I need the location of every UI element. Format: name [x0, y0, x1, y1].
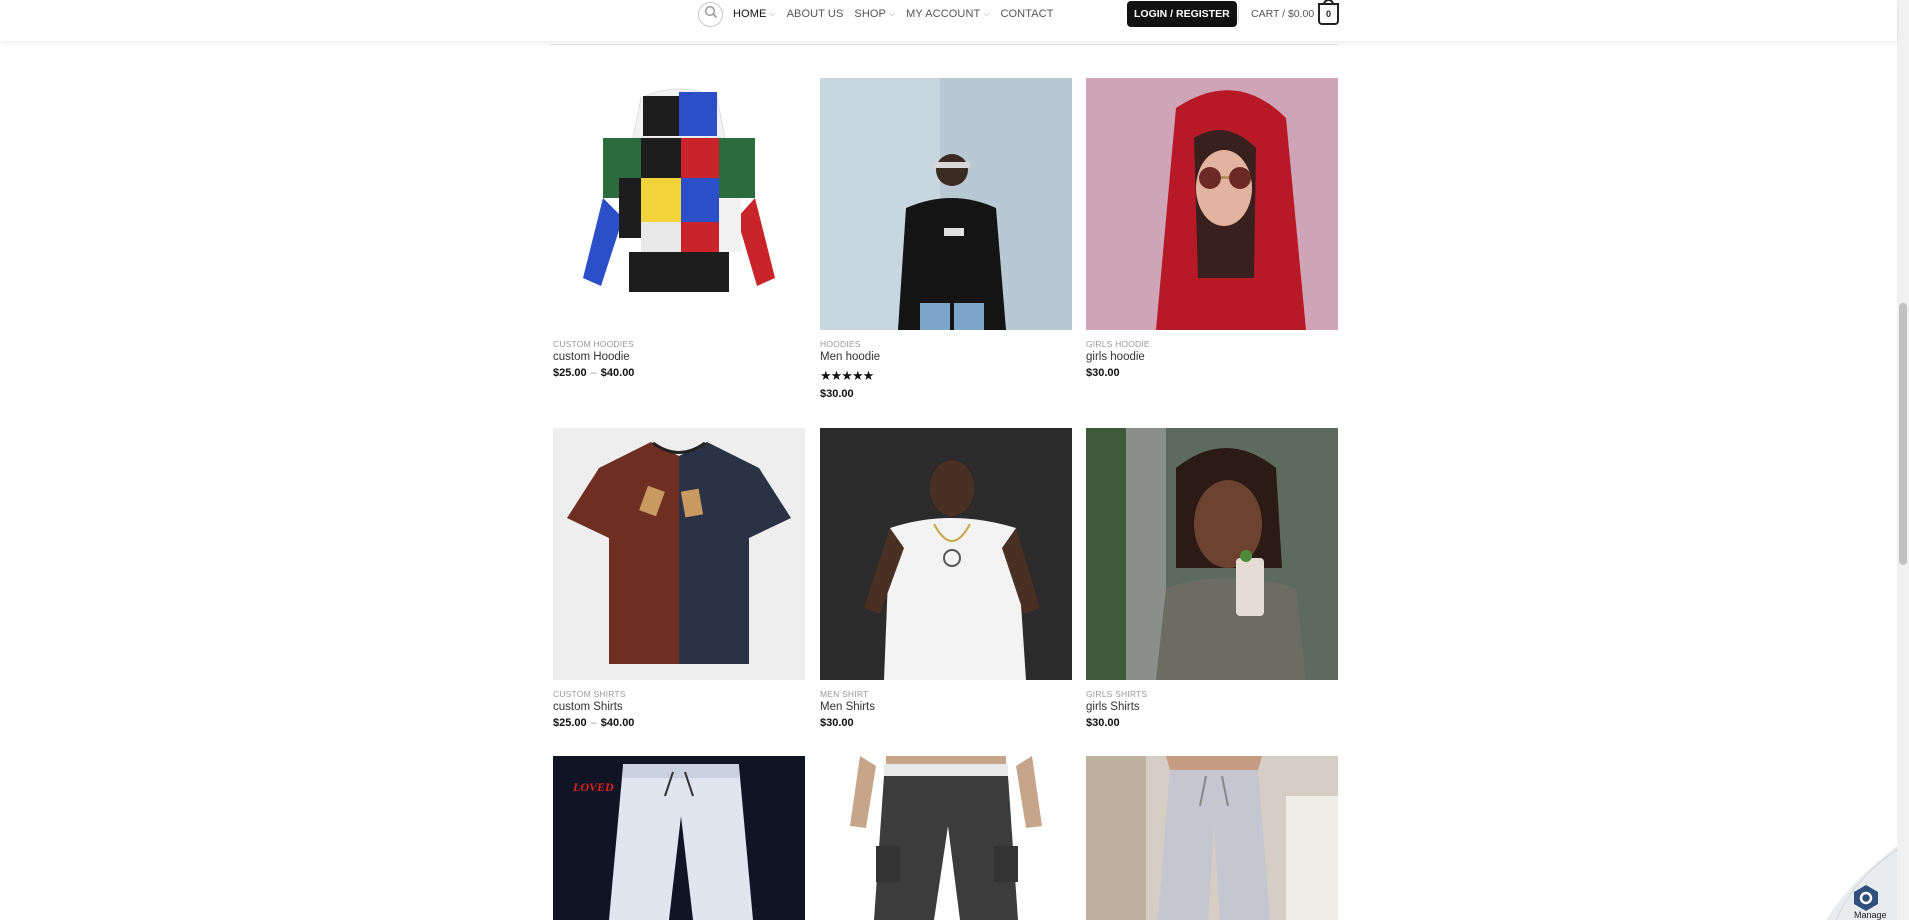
nav-my-account[interactable]: MY ACCOUNT ⌵	[906, 8, 989, 20]
woman-in-red-hoodie-image[interactable]	[1086, 78, 1338, 330]
product-price: $25.00– $40.00	[553, 367, 635, 379]
two-tone-tshirt-image[interactable]	[553, 428, 805, 680]
grey-sweatpants-image[interactable]	[1086, 756, 1338, 920]
product-price: $25.00– $40.00	[553, 717, 635, 729]
nav-shop[interactable]: SHOP ⌵	[854, 8, 895, 20]
product-card[interactable]: MEN SHIRT Men Shirts $30.00	[820, 428, 1072, 729]
overlay-text: LOVED	[573, 780, 614, 794]
product-name[interactable]: girls Shirts	[1086, 701, 1338, 713]
product-price: $30.00	[820, 717, 854, 729]
reflective-joggers-image[interactable]: LOVED	[553, 756, 805, 920]
grey-cargo-joggers-image[interactable]	[820, 756, 1072, 920]
product-price: $30.00	[1086, 717, 1120, 729]
product-card[interactable]	[820, 756, 1072, 920]
product-category[interactable]: CUSTOM SHIRTS	[553, 689, 805, 699]
search-icon	[704, 5, 718, 24]
product-name[interactable]: Men hoodie	[820, 351, 1072, 363]
product-card[interactable]: HOODIES Men hoodie ★★★★★ $30.00	[820, 78, 1072, 400]
product-category[interactable]: MEN SHIRT	[820, 689, 1072, 699]
patchwork-hoodie-image[interactable]	[553, 78, 805, 330]
manage-widget[interactable]	[1826, 846, 1898, 920]
product-name[interactable]: girls hoodie	[1086, 351, 1338, 363]
chevron-down-icon: ⌵	[889, 9, 896, 18]
nav-contact[interactable]: CONTACT	[1000, 8, 1053, 20]
search-button[interactable]	[698, 1, 723, 27]
product-name[interactable]: Men Shirts	[820, 701, 1072, 713]
product-name[interactable]: custom Hoodie	[553, 351, 805, 363]
product-card[interactable]: CUSTOM SHIRTS custom Shirts $25.00– $40.0…	[553, 428, 805, 729]
product-category[interactable]: GIRLS SHIRTS	[1086, 689, 1338, 699]
scrollbar-thumb[interactable]	[1899, 303, 1907, 565]
main-nav: HOME ⌵ ABOUT US SHOP ⌵ MY ACCOUNT ⌵ CONTACT	[698, 0, 1065, 28]
rating-stars: ★★★★★	[820, 368, 874, 383]
man-in-black-hoodie-image[interactable]	[820, 78, 1072, 330]
product-price: $30.00	[820, 388, 854, 400]
man-in-white-tshirt-image[interactable]	[820, 428, 1072, 680]
product-card[interactable]: GIRLS SHIRTS girls Shirts $30.00	[1086, 428, 1338, 729]
woman-with-drink-image[interactable]	[1086, 428, 1338, 680]
vertical-scrollbar[interactable]	[1897, 0, 1909, 920]
product-category[interactable]: CUSTOM HOODIES	[553, 339, 805, 349]
product-card[interactable]: LOVED	[553, 756, 805, 920]
product-card[interactable]: CUSTOM HOODIES custom Hoodie $25.00– $40.…	[553, 78, 805, 379]
chevron-down-icon: ⌵	[769, 9, 776, 18]
product-category[interactable]: GIRLS HOODIE	[1086, 339, 1338, 349]
product-category[interactable]: HOODIES	[820, 339, 1072, 349]
nav-home[interactable]: HOME ⌵	[733, 8, 776, 20]
cart-label: CART / $0.00	[1251, 8, 1315, 20]
cart-link[interactable]: CART / $0.00	[1251, 0, 1314, 28]
manage-label[interactable]: Manage	[1854, 910, 1887, 920]
product-card[interactable]	[1086, 756, 1338, 920]
login-register-button[interactable]: LOGIN / REGISTER	[1127, 1, 1237, 27]
section-divider	[549, 44, 1339, 45]
product-name[interactable]: custom Shirts	[553, 701, 805, 713]
product-card[interactable]: GIRLS HOODIE girls hoodie $30.00	[1086, 78, 1338, 379]
nav-about-us[interactable]: ABOUT US	[787, 8, 844, 20]
cart-count-badge[interactable]: 0	[1318, 3, 1339, 25]
chevron-down-icon: ⌵	[983, 9, 990, 18]
header-divider	[1238, 6, 1239, 22]
product-price: $30.00	[1086, 367, 1120, 379]
site-header: HOME ⌵ ABOUT US SHOP ⌵ MY ACCOUNT ⌵ CONTACT…	[0, 0, 1897, 41]
